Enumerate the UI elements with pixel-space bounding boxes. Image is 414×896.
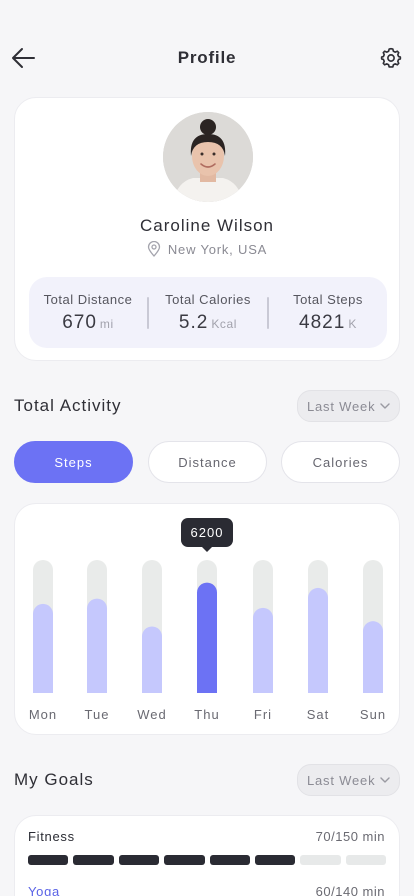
map-pin-icon — [147, 241, 161, 257]
bar-tue[interactable] — [87, 598, 107, 693]
tooltip-arrow — [202, 547, 212, 552]
tooltip-value: 6200 — [191, 525, 224, 540]
goal-progress-segment — [164, 855, 205, 865]
goal-progress-bar — [28, 855, 386, 865]
stat-total-calories: Total Calories 5.2 Kcal — [149, 292, 267, 334]
goal-progress-segment — [345, 855, 386, 865]
goal-progress-segment — [28, 855, 69, 865]
bar-mon[interactable] — [33, 603, 53, 693]
tab-calories[interactable]: Calories — [281, 441, 400, 483]
x-tick-label: Thu — [194, 707, 219, 722]
stat-total-steps: Total Steps 4821 K — [269, 292, 387, 334]
goal-progress-segment — [254, 855, 296, 865]
dropdown-value: Last Week — [307, 398, 376, 414]
goals-period-dropdown[interactable]: Last Week — [297, 764, 400, 796]
activity-chart-card: Mon Tue Wed Thu Fri Sat Sun 6200 — [14, 503, 400, 735]
bar-sat[interactable] — [308, 587, 328, 693]
tab-steps[interactable]: Steps — [14, 441, 133, 483]
activity-title: Total Activity — [14, 396, 122, 415]
stat-value: 670 mi — [62, 311, 114, 333]
goals-card: Fitness 70/150 min Yoga 60/140 min — [14, 815, 400, 896]
avatar-image — [163, 112, 253, 202]
x-tick-label: Fri — [254, 707, 272, 722]
x-tick-label: Wed — [137, 707, 167, 722]
activity-period-dropdown[interactable]: Last Week — [297, 390, 400, 422]
goal-progress-segment — [73, 855, 114, 865]
goal-value: 70/150 min — [315, 829, 385, 844]
stat-label: Total Steps — [293, 291, 363, 307]
stat-value: 4821 K — [299, 311, 357, 333]
stat-total-distance: Total Distance 670 mi — [29, 292, 147, 334]
activity-chart: Mon Tue Wed Thu Fri Sat Sun 6200 — [29, 518, 386, 722]
x-tick-label: Sun — [360, 707, 386, 722]
x-tick-label: Tue — [85, 707, 110, 722]
chevron-down-icon — [380, 777, 390, 783]
header: Profile — [0, 36, 414, 80]
goals-title: My Goals — [14, 770, 94, 789]
bar-wed[interactable] — [142, 626, 162, 694]
goal-value: 60/140 min — [315, 884, 385, 896]
goal-progress-segment — [300, 855, 341, 865]
tab-distance[interactable]: Distance — [148, 441, 267, 483]
settings-button[interactable] — [380, 47, 402, 69]
x-tick-label: Sat — [307, 707, 330, 722]
goal-progress-segment — [209, 855, 250, 865]
goal-name: Fitness — [28, 829, 75, 844]
bar-fri[interactable] — [253, 607, 273, 693]
bar-sun[interactable] — [363, 621, 383, 693]
stats-panel: Total Distance 670 mi Total Calories 5.2 K… — [29, 277, 387, 348]
dropdown-value: Last Week — [307, 772, 376, 788]
location-text: New York, USA — [167, 241, 268, 257]
bar-thu[interactable] — [197, 582, 217, 693]
profile-location: New York, USA — [15, 241, 399, 257]
stat-value: 5.2 Kcal — [178, 311, 238, 333]
gear-icon — [380, 47, 402, 68]
chevron-down-icon — [380, 403, 390, 409]
avatar[interactable] — [163, 112, 253, 202]
x-tick-label: Mon — [29, 707, 57, 722]
page-title: Profile — [177, 48, 237, 67]
goal-name: Yoga — [28, 884, 60, 896]
profile-card: Caroline Wilson New York, USA Total Dist… — [14, 97, 400, 361]
stat-label: Total Calories — [165, 291, 251, 307]
stat-label: Total Distance — [43, 291, 133, 307]
goal-progress-segment — [118, 855, 160, 865]
profile-name: Caroline Wilson — [139, 216, 275, 235]
